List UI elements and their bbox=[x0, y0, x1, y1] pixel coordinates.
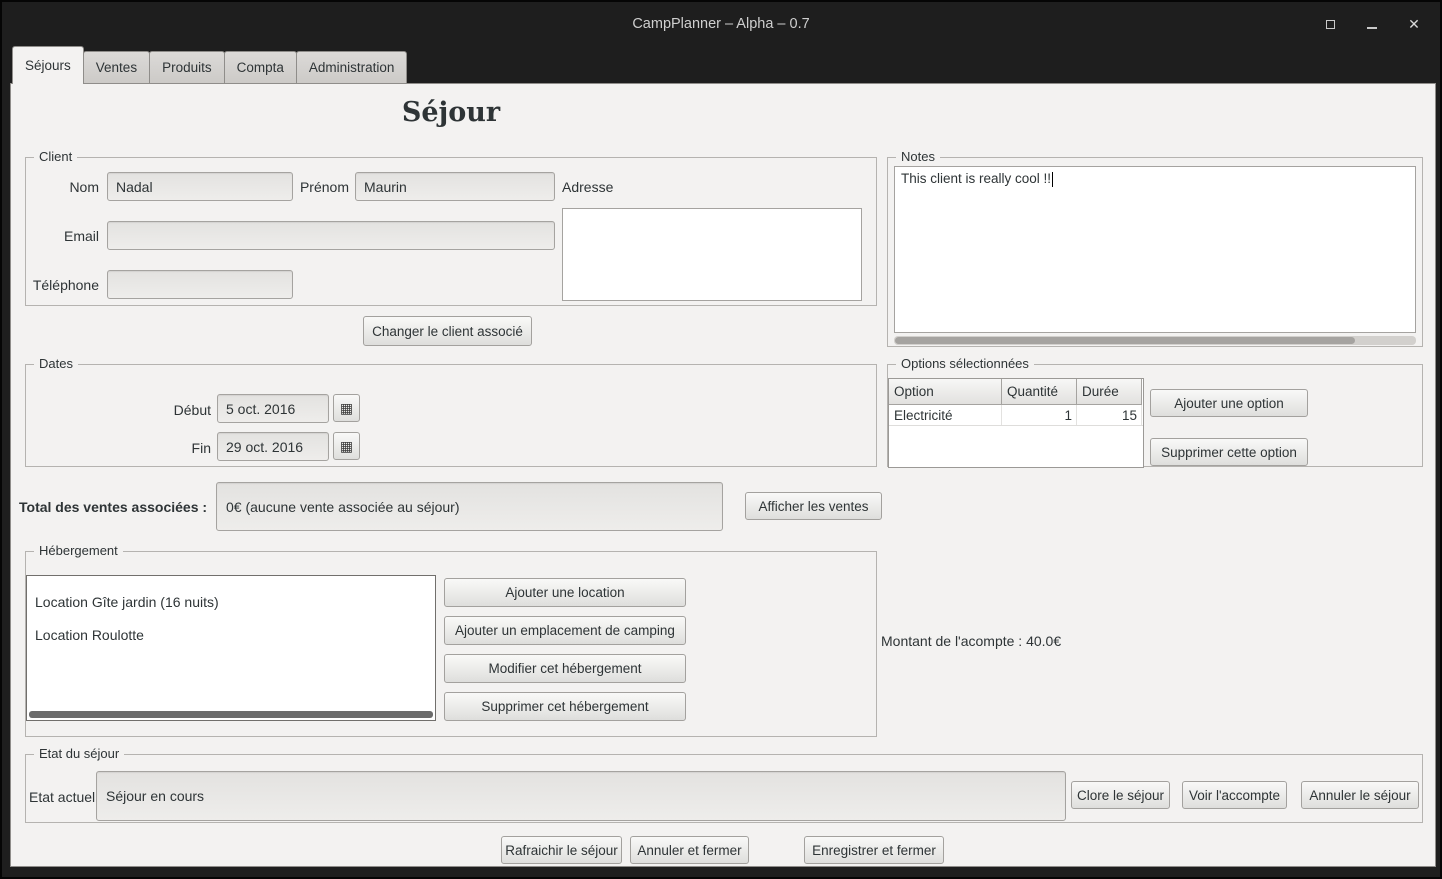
list-item[interactable]: Location Gîte jardin (16 nuits) bbox=[27, 585, 435, 618]
main-panel: Séjour Client Nom Prénom Adresse Email T… bbox=[10, 83, 1436, 867]
notes-textarea[interactable]: This client is really cool !! bbox=[894, 166, 1416, 333]
cancel-close-button[interactable]: Annuler et fermer bbox=[630, 836, 749, 864]
add-location-button[interactable]: Ajouter une location bbox=[444, 578, 686, 607]
dates-legend: Dates bbox=[34, 356, 78, 371]
notes-groupbox: Notes This client is really cool !! bbox=[887, 157, 1423, 347]
hebergement-legend: Hébergement bbox=[34, 543, 123, 558]
minimize-button[interactable] bbox=[1364, 16, 1380, 32]
telephone-field[interactable] bbox=[107, 270, 293, 299]
tab-produits[interactable]: Produits bbox=[149, 51, 225, 84]
nom-label: Nom bbox=[26, 179, 99, 195]
window-controls: ✕ bbox=[1322, 2, 1422, 46]
app-window: CampPlanner – Alpha – 0.7 ✕ Séjours Vent… bbox=[0, 0, 1442, 879]
save-close-button[interactable]: Enregistrer et fermer bbox=[804, 836, 944, 864]
show-ventes-button[interactable]: Afficher les ventes bbox=[745, 492, 882, 520]
maximize-icon bbox=[1326, 20, 1335, 29]
email-label: Email bbox=[26, 228, 99, 244]
remove-option-button[interactable]: Supprimer cette option bbox=[1150, 438, 1308, 466]
table-row[interactable]: Electricité 1 15 bbox=[889, 405, 1143, 426]
tab-bar: Séjours Ventes Produits Compta Administr… bbox=[12, 46, 407, 84]
total-ventes-field: 0€ (aucune vente associée au séjour) bbox=[216, 482, 723, 531]
text-cursor bbox=[1052, 172, 1053, 187]
email-field[interactable] bbox=[107, 221, 555, 250]
column-header-quantite[interactable]: Quantité bbox=[1002, 379, 1077, 405]
tab-administration[interactable]: Administration bbox=[296, 51, 408, 84]
titlebar: CampPlanner – Alpha – 0.7 bbox=[2, 2, 1440, 46]
list-item[interactable]: Location Roulotte bbox=[27, 618, 435, 651]
refresh-stay-button[interactable]: Rafraichir le séjour bbox=[501, 836, 622, 864]
close-stay-button[interactable]: Clore le séjour bbox=[1071, 781, 1170, 809]
hebergement-list: Location Gîte jardin (16 nuits) Location… bbox=[26, 575, 436, 721]
view-deposit-button[interactable]: Voir l'accompte bbox=[1182, 781, 1287, 809]
edit-accommodation-button[interactable]: Modifier cet hébergement bbox=[444, 654, 686, 683]
cell-duree: 15 bbox=[1077, 405, 1142, 425]
etat-actuel-field: Séjour en cours bbox=[96, 771, 1066, 821]
etat-legend: Etat du séjour bbox=[34, 746, 124, 761]
fin-label: Fin bbox=[26, 440, 211, 456]
hebergement-groupbox: Hébergement Location Gîte jardin (16 nui… bbox=[25, 551, 877, 737]
fin-date-field[interactable] bbox=[217, 432, 329, 461]
acompte-amount-text: Montant de l'acompte : 40.0€ bbox=[881, 633, 1061, 649]
telephone-label: Téléphone bbox=[26, 277, 99, 293]
notes-legend: Notes bbox=[896, 149, 940, 164]
cell-quantite: 1 bbox=[1002, 405, 1077, 425]
notes-scrollbar-thumb[interactable] bbox=[895, 337, 1355, 344]
etat-actuel-label: Etat actuel bbox=[29, 789, 95, 805]
add-campsite-button[interactable]: Ajouter un emplacement de camping bbox=[444, 616, 686, 645]
close-icon: ✕ bbox=[1408, 17, 1420, 31]
adresse-label: Adresse bbox=[562, 179, 613, 195]
total-ventes-label: Total des ventes associées : bbox=[19, 499, 207, 515]
calendar-icon: ▦ bbox=[340, 439, 353, 453]
client-legend: Client bbox=[34, 149, 77, 164]
tab-sejours[interactable]: Séjours bbox=[12, 46, 84, 84]
notes-horizontal-scrollbar[interactable] bbox=[894, 336, 1416, 345]
column-header-duree[interactable]: Durée bbox=[1077, 379, 1142, 405]
nom-field[interactable] bbox=[107, 172, 293, 201]
debut-calendar-button[interactable]: ▦ bbox=[333, 394, 360, 422]
adresse-textarea[interactable] bbox=[562, 208, 862, 301]
minimize-icon bbox=[1367, 27, 1377, 29]
tab-compta[interactable]: Compta bbox=[224, 51, 297, 84]
dates-groupbox: Dates Début ▦ Fin ▦ bbox=[25, 364, 877, 467]
maximize-button[interactable] bbox=[1322, 16, 1338, 32]
close-button[interactable]: ✕ bbox=[1406, 16, 1422, 32]
client-groupbox: Client Nom Prénom Adresse Email Téléphon… bbox=[25, 157, 877, 306]
add-option-button[interactable]: Ajouter une option bbox=[1150, 389, 1308, 417]
options-groupbox: Options sélectionnées Option Quantité Du… bbox=[887, 364, 1423, 467]
fin-calendar-button[interactable]: ▦ bbox=[333, 432, 360, 460]
etat-groupbox: Etat du séjour Etat actuel Séjour en cou… bbox=[25, 754, 1423, 823]
options-table-header: Option Quantité Durée bbox=[889, 379, 1143, 405]
column-header-option[interactable]: Option bbox=[889, 379, 1002, 405]
change-client-button[interactable]: Changer le client associé bbox=[363, 316, 532, 346]
prenom-field[interactable] bbox=[355, 172, 555, 201]
options-table: Option Quantité Durée Electricité 1 15 bbox=[888, 378, 1144, 468]
tab-ventes[interactable]: Ventes bbox=[83, 51, 150, 84]
prenom-label: Prénom bbox=[278, 179, 349, 195]
notes-text: This client is really cool !! bbox=[901, 171, 1051, 186]
cancel-stay-button[interactable]: Annuler le séjour bbox=[1301, 781, 1419, 809]
options-legend: Options sélectionnées bbox=[896, 356, 1034, 371]
page-title: Séjour bbox=[25, 97, 877, 129]
debut-date-field[interactable] bbox=[217, 394, 329, 423]
list-horizontal-scrollbar[interactable] bbox=[29, 711, 433, 718]
cell-option: Electricité bbox=[889, 405, 1002, 425]
delete-accommodation-button[interactable]: Supprimer cet hébergement bbox=[444, 692, 686, 721]
calendar-icon: ▦ bbox=[340, 401, 353, 415]
window-title: CampPlanner – Alpha – 0.7 bbox=[632, 16, 809, 32]
debut-label: Début bbox=[26, 402, 211, 418]
